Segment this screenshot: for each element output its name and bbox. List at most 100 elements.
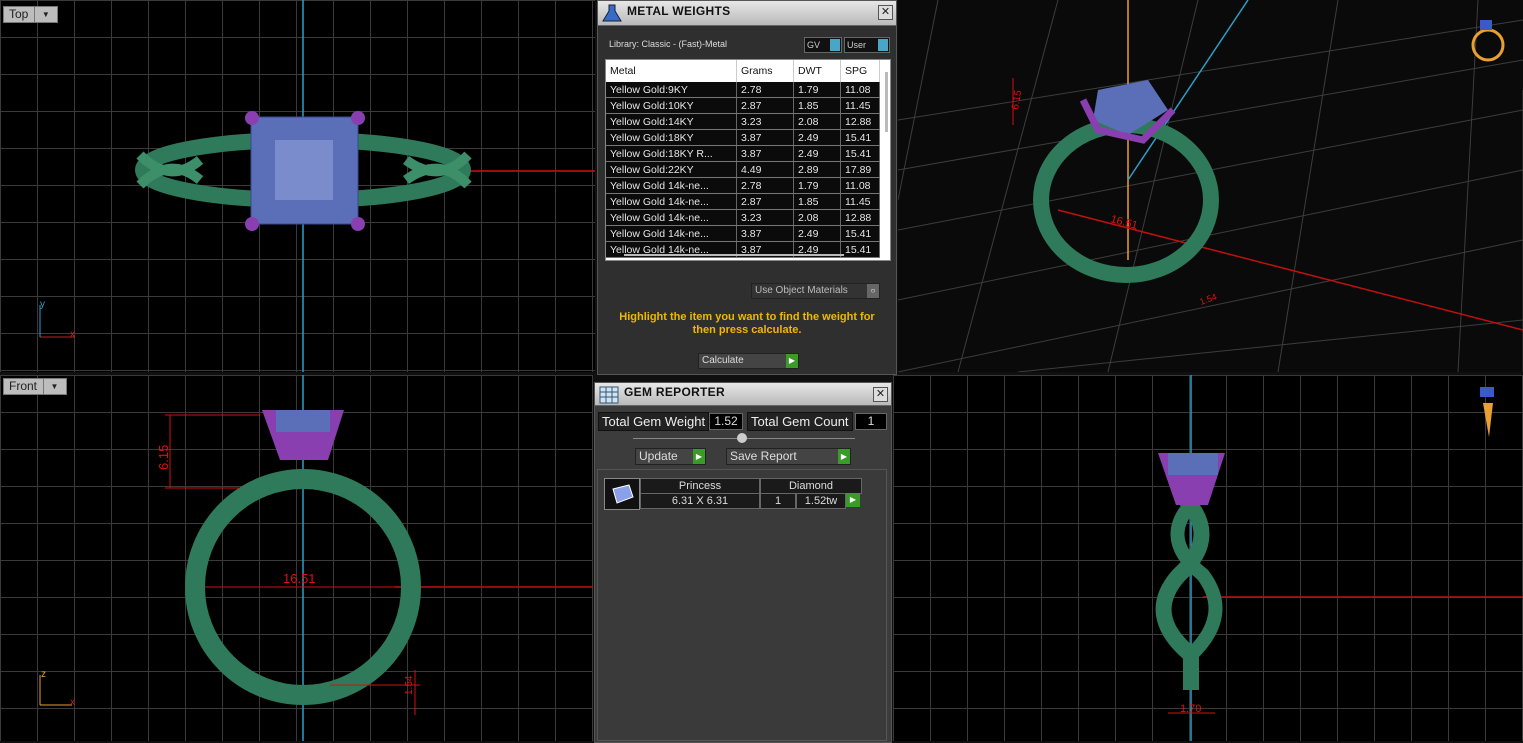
metal-row[interactable]: Yellow Gold:9KY 2.78 1.79 11.08 bbox=[606, 82, 880, 98]
gem-size: 6.31 X 6.31 bbox=[640, 493, 760, 509]
viewport-top-menu[interactable]: Top ▼ bbox=[3, 6, 59, 23]
grams-cell: 2.78 bbox=[736, 177, 794, 194]
calculate-button[interactable]: Calculate ▶ bbox=[698, 353, 799, 369]
metal-row[interactable]: Yellow Gold:18KY 3.87 2.49 15.41 bbox=[606, 129, 880, 146]
save-report-button[interactable]: Save Report ▶ bbox=[726, 448, 851, 465]
persp-dim-height: 6.15 bbox=[1010, 89, 1024, 111]
spg-cell: 11.45 bbox=[840, 193, 880, 210]
gem-cut: Princess bbox=[640, 478, 760, 494]
viewport-top-label: Top bbox=[9, 7, 29, 21]
metal-row[interactable]: Yellow Gold:22KY 4.49 2.89 17.89 bbox=[606, 161, 880, 178]
dwt-cell: 2.89 bbox=[793, 161, 841, 178]
save-report-label: Save Report bbox=[730, 449, 797, 463]
gv-toggle-label: GV bbox=[807, 40, 821, 50]
princess-cut-icon bbox=[604, 478, 640, 510]
viewport-front-menu[interactable]: Front ▼ bbox=[3, 378, 68, 395]
update-label: Update bbox=[639, 449, 678, 463]
metal-row[interactable]: Yellow Gold 14k-ne... 3.87 2.49 15.41 bbox=[606, 225, 880, 242]
metal-weights-hint: Highlight the item you want to find the … bbox=[619, 311, 875, 336]
spg-cell: 17.89 bbox=[840, 161, 880, 178]
metal-row[interactable]: Yellow Gold 14k-ne... 3.23 2.08 12.88 bbox=[606, 209, 880, 226]
dwt-cell: 1.85 bbox=[793, 193, 841, 210]
col-spg[interactable]: SPG bbox=[840, 60, 880, 82]
viewport-top[interactable]: Top ▼ y x bbox=[0, 0, 595, 372]
grams-cell: 3.87 bbox=[736, 225, 794, 242]
dwt-cell: 2.49 bbox=[793, 129, 841, 146]
spg-cell: 12.88 bbox=[840, 209, 880, 226]
gem-weight: 1.52tw bbox=[796, 493, 846, 509]
metal-name-cell: Yellow Gold:22KY bbox=[606, 161, 737, 178]
gem-count: 1 bbox=[760, 493, 796, 509]
library-label: Library: Classic - (Fast)-Metal bbox=[609, 39, 728, 49]
grams-cell: 2.78 bbox=[736, 82, 794, 98]
front-axis-x-label: x bbox=[70, 697, 75, 708]
metal-name-cell: Yellow Gold:9KY bbox=[606, 82, 737, 98]
metal-name-cell: Yellow Gold 14k-ne... bbox=[606, 225, 737, 242]
dwt-cell: 2.49 bbox=[793, 145, 841, 162]
close-icon[interactable]: ✕ bbox=[878, 5, 893, 20]
top-view-scene bbox=[39, 0, 595, 372]
metal-weights-panel: METAL WEIGHTS ✕ Library: Classic - (Fast… bbox=[597, 0, 897, 375]
play-icon: ▶ bbox=[693, 449, 705, 464]
metal-name-cell: Yellow Gold:10KY bbox=[606, 97, 737, 114]
spg-cell: 15.41 bbox=[840, 129, 880, 146]
spg-cell: 15.41 bbox=[840, 145, 880, 162]
right-view-scene: 1.70 bbox=[1155, 375, 1523, 741]
close-icon[interactable]: ✕ bbox=[873, 387, 888, 402]
dwt-cell: 2.08 bbox=[793, 113, 841, 130]
dwt-cell: 2.08 bbox=[793, 209, 841, 226]
metal-row[interactable]: Yellow Gold:14KY 3.23 2.08 12.88 bbox=[606, 113, 880, 130]
metal-row[interactable]: Yellow Gold:10KY 2.87 1.85 11.45 bbox=[606, 97, 880, 114]
metal-name-cell: Yellow Gold 14k-ne... bbox=[606, 209, 737, 226]
grams-cell: 3.87 bbox=[736, 145, 794, 162]
chevron-down-icon: ▼ bbox=[34, 7, 57, 22]
use-object-materials-button[interactable]: Use Object Materials ○ bbox=[751, 283, 880, 299]
metal-weights-titlebar[interactable]: METAL WEIGHTS ✕ bbox=[598, 1, 896, 26]
gem-list: Princess Diamond 6.31 X 6.31 1 1.52tw ▶ bbox=[597, 469, 887, 741]
user-toggle[interactable]: User bbox=[844, 37, 890, 53]
total-gem-weight-value: 1.52 bbox=[709, 413, 743, 430]
gem-select-button[interactable]: ▶ bbox=[846, 493, 860, 507]
update-button[interactable]: Update ▶ bbox=[635, 448, 706, 465]
play-icon: ▶ bbox=[838, 449, 850, 464]
play-icon: ▶ bbox=[786, 354, 798, 368]
viewport-perspective[interactable]: 6.15 16.51 1.54 bbox=[898, 0, 1523, 372]
table-scrollbar[interactable] bbox=[885, 72, 888, 132]
gem-row[interactable]: Princess Diamond 6.31 X 6.31 1 1.52tw ▶ bbox=[604, 478, 862, 510]
spg-cell: 11.08 bbox=[840, 82, 880, 98]
dwt-cell: 2.49 bbox=[793, 225, 841, 242]
viewport-front-label: Front bbox=[9, 379, 38, 393]
grams-cell: 3.23 bbox=[736, 209, 794, 226]
user-toggle-label: User bbox=[847, 40, 867, 50]
axis-z-label: z bbox=[41, 669, 46, 680]
metal-row[interactable]: Yellow Gold 14k-ne... 2.87 1.85 11.45 bbox=[606, 193, 880, 210]
grams-cell: 2.87 bbox=[736, 97, 794, 114]
gv-toggle[interactable]: GV bbox=[804, 37, 842, 53]
spg-cell: 12.88 bbox=[840, 113, 880, 130]
metal-weights-title: METAL WEIGHTS bbox=[627, 4, 731, 18]
metal-table[interactable]: Metal Grams DWT SPG Yellow Gold:9KY 2.78 1… bbox=[605, 59, 891, 261]
gem-reporter-panel: GEM REPORTER ✕ Total Gem Weight 1.52 Tot… bbox=[594, 382, 892, 743]
gem-reporter-titlebar[interactable]: GEM REPORTER ✕ bbox=[595, 383, 891, 406]
col-dwt[interactable]: DWT bbox=[793, 60, 841, 82]
table-hscrollbar[interactable] bbox=[624, 254, 844, 256]
flask-icon bbox=[602, 4, 622, 22]
perspective-view-scene: 6.15 16.51 1.54 bbox=[898, 0, 1523, 372]
dwt-cell: 1.79 bbox=[793, 82, 841, 98]
col-grams[interactable]: Grams bbox=[736, 60, 794, 82]
viewport-front[interactable]: 6.15 16.51 1.54 Front ▼ z x bbox=[0, 375, 593, 741]
use-object-materials-label: Use Object Materials bbox=[755, 285, 848, 296]
dwt-cell: 1.85 bbox=[793, 97, 841, 114]
col-metal[interactable]: Metal bbox=[606, 60, 737, 82]
metal-name-cell: Yellow Gold 14k-ne... bbox=[606, 177, 737, 194]
spg-cell: 11.08 bbox=[840, 177, 880, 194]
front-dim-width: 16.51 bbox=[283, 571, 316, 586]
collapse-icon[interactable] bbox=[737, 433, 747, 443]
metal-row[interactable]: Yellow Gold:18KY R... 3.87 2.49 15.41 bbox=[606, 145, 880, 162]
grams-cell: 3.87 bbox=[736, 129, 794, 146]
toggle-icon: ○ bbox=[867, 284, 879, 298]
grams-cell: 2.87 bbox=[736, 193, 794, 210]
viewport-right[interactable]: 1.70 bbox=[893, 375, 1523, 741]
axis-x-label: x bbox=[70, 329, 75, 340]
metal-row[interactable]: Yellow Gold 14k-ne... 2.78 1.79 11.08 bbox=[606, 177, 880, 194]
